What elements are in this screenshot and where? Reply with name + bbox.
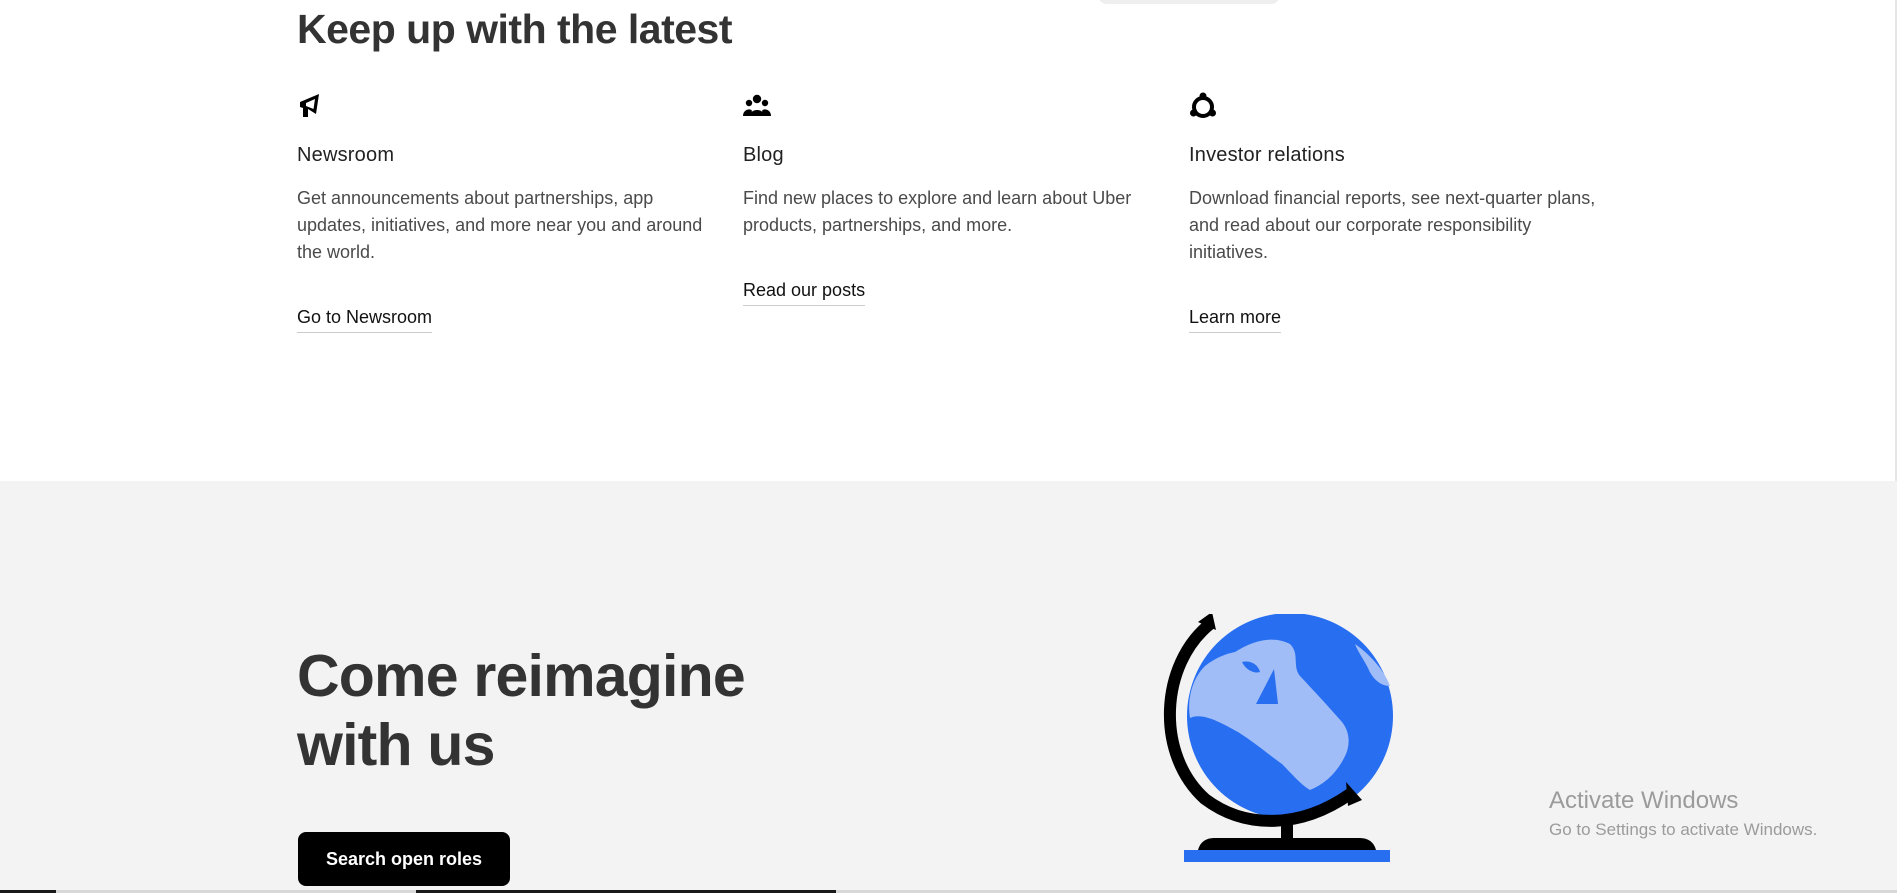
careers-title-line-1: Come reimagine (297, 643, 746, 709)
latest-section: Keep up with the latest Newsroom Get ann… (0, 0, 1897, 481)
watermark-title: Activate Windows (1549, 787, 1739, 814)
globe-illustration (1163, 614, 1393, 862)
read-our-posts-link[interactable]: Read our posts (743, 280, 866, 306)
careers-title: Come reimagine with us (297, 642, 817, 780)
investor-circle-icon (1190, 92, 1216, 118)
blog-description: Find new places to explore and learn abo… (743, 188, 1132, 235)
people-group-icon (743, 94, 771, 116)
investor-relations-card: Investor relations Download financial re… (1189, 92, 1609, 333)
newsroom-description: Get announcements about partnerships, ap… (297, 188, 703, 262)
megaphone-icon (300, 94, 319, 117)
careers-title-line-2: with us (297, 712, 495, 778)
activate-windows-watermark: Activate Windows Go to Settings to activ… (1549, 786, 1817, 842)
investor-relations-title: Investor relations (1189, 144, 1345, 166)
blog-title: Blog (743, 144, 784, 166)
newsroom-title: Newsroom (297, 144, 395, 166)
learn-more-link[interactable]: Learn more (1189, 307, 1282, 333)
newsroom-card: Newsroom Get announcements about partner… (297, 92, 717, 333)
blog-card: Blog Find new places to explore and lear… (743, 92, 1163, 306)
search-open-roles-button[interactable]: Search open roles (298, 832, 511, 886)
latest-section-title: Keep up with the latest (297, 6, 733, 52)
faint-pill (1098, 0, 1280, 4)
go-to-newsroom-link[interactable]: Go to Newsroom (297, 307, 433, 333)
watermark-subtitle: Go to Settings to activate Windows. (1549, 820, 1818, 839)
investor-relations-description: Download financial reports, see next-qua… (1189, 188, 1596, 262)
